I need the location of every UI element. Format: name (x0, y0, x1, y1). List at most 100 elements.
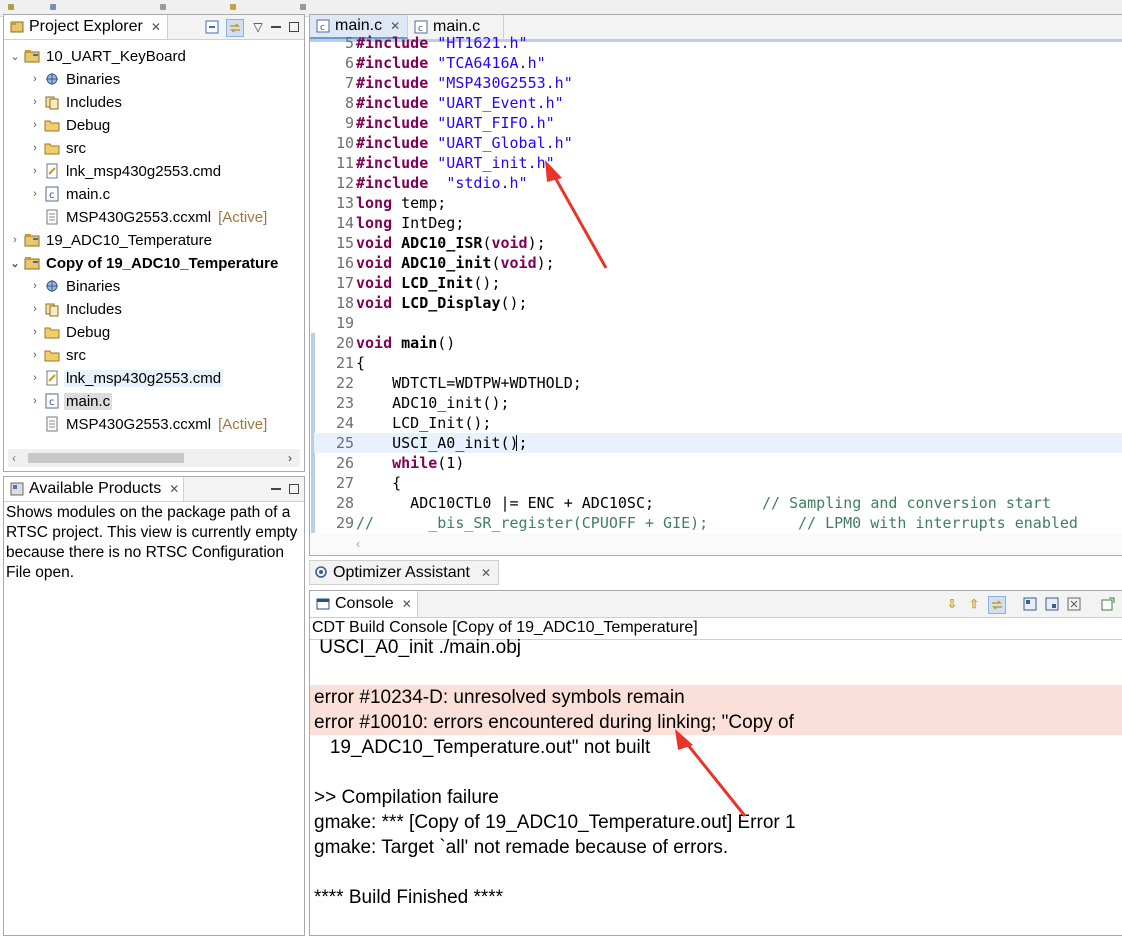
toolbar-icon[interactable] (50, 4, 56, 10)
code-text[interactable]: void LCD_Display(); (356, 293, 528, 313)
chevron-down-icon[interactable]: ⌄ (8, 257, 22, 270)
clear-console-icon[interactable] (1066, 596, 1082, 612)
tree-item[interactable]: › Debug (28, 321, 112, 343)
toolbar-icon[interactable] (300, 4, 306, 10)
code-text[interactable]: #include "TCA6416A.h" (356, 53, 546, 73)
tab-optimizer-assistant[interactable]: Optimizer Assistant ✕ (309, 560, 499, 585)
chevron-down-icon[interactable]: ⌄ (8, 50, 22, 63)
code-text[interactable]: { (356, 473, 401, 493)
tab-console[interactable]: Console ✕ (310, 591, 418, 617)
tab-project-explorer[interactable]: Project Explorer ✕ (4, 15, 168, 39)
close-icon[interactable]: ✕ (169, 482, 179, 496)
code-text[interactable]: ADC10CTL0 |= ENC + ADC10SC;// Sampling a… (356, 493, 1051, 513)
tree-item[interactable]: MSP430G2553.ccxml [Active] (28, 413, 267, 435)
code-line[interactable]: 23 ADC10_init(); (314, 393, 1122, 413)
collapse-all-icon[interactable] (204, 19, 220, 35)
code-text[interactable]: LCD_Init(); (356, 413, 491, 433)
code-line[interactable]: 28 ADC10CTL0 |= ENC + ADC10SC;// Samplin… (314, 493, 1122, 513)
code-line[interactable]: 11 #include "UART_init.h" (314, 153, 1122, 173)
code-line[interactable]: 20 void main() (314, 333, 1122, 353)
tree-item[interactable]: › Debug (28, 114, 112, 136)
code-line[interactable]: 19 (314, 313, 1122, 333)
tree-item[interactable]: › Includes (28, 91, 124, 113)
code-line[interactable]: 13 long temp; (314, 193, 1122, 213)
code-text[interactable]: USCI_A0_init(); (356, 433, 527, 453)
chevron-right-icon[interactable]: › (28, 165, 42, 177)
chevron-right-icon[interactable]: › (28, 395, 42, 407)
arrow-down-icon[interactable]: ⇩ (944, 596, 960, 612)
toolbar-icon[interactable] (160, 4, 166, 10)
tree-item[interactable]: › lnk_msp430g2553.cmd (28, 367, 224, 389)
code-line[interactable]: 26 while(1) (314, 453, 1122, 473)
tree-item[interactable]: › src (28, 137, 88, 159)
scroll-left-icon[interactable]: ‹ (12, 451, 16, 465)
code-text[interactable]: void main() (356, 333, 455, 353)
tree-item[interactable]: ⌄ Copy of 19_ADC10_Temperature (8, 252, 280, 274)
minimize-icon[interactable] (268, 19, 284, 35)
pin-console-icon[interactable] (1022, 596, 1038, 612)
code-text[interactable]: #include "stdio.h" (356, 173, 528, 193)
tree-item[interactable]: › Binaries (28, 275, 122, 297)
chevron-right-icon[interactable]: › (28, 119, 42, 131)
code-line[interactable]: 22 WDTCTL=WDTPW+WDTHOLD; (314, 373, 1122, 393)
code-line[interactable]: 15 void ADC10_ISR(void); (314, 233, 1122, 253)
code-line[interactable]: 16 void ADC10_init(void); (314, 253, 1122, 273)
code-text[interactable]: long temp; (356, 193, 446, 213)
chevron-right-icon[interactable]: › (28, 326, 42, 338)
tree-item[interactable]: › c main.c (28, 390, 113, 412)
code-text[interactable]: #include "UART_Event.h" (356, 93, 564, 113)
console-output[interactable]: USCI_A0_init ./main.obj error #10234-D: u… (310, 635, 1122, 935)
code-line[interactable]: 12 #include "stdio.h" (314, 173, 1122, 193)
close-icon[interactable]: ✕ (151, 20, 161, 34)
code-text[interactable]: // _bis_SR_register(CPUOFF + GIE);// LPM… (356, 513, 1078, 533)
code-text[interactable]: #include "UART_FIFO.h" (356, 113, 555, 133)
tree-item[interactable]: ⌄ 10_UART_KeyBoard (8, 45, 188, 67)
tree-item[interactable]: › lnk_msp430g2553.cmd (28, 160, 223, 182)
code-text[interactable]: #include "UART_Global.h" (356, 133, 573, 153)
code-line[interactable]: 27 { (314, 473, 1122, 493)
code-text[interactable]: long IntDeg; (356, 213, 464, 233)
tab-available-products[interactable]: Available Products ✕ (4, 477, 184, 501)
tree-item[interactable]: MSP430G2553.ccxml [Active] (28, 206, 267, 228)
code-line[interactable]: 10 #include "UART_Global.h" (314, 133, 1122, 153)
close-icon[interactable]: ✕ (481, 566, 491, 580)
code-line[interactable]: 6 #include "TCA6416A.h" (314, 53, 1122, 73)
code-line[interactable]: 24 LCD_Init(); (314, 413, 1122, 433)
new-console-icon[interactable] (1100, 596, 1116, 612)
chevron-right-icon[interactable]: › (28, 303, 42, 315)
code-text[interactable]: void LCD_Init(); (356, 273, 501, 293)
code-text[interactable]: #include "UART_init.h" (356, 153, 555, 173)
code-line[interactable]: 18 void LCD_Display(); (314, 293, 1122, 313)
code-line[interactable]: 7 #include "MSP430G2553.h" (314, 73, 1122, 93)
tree-item[interactable]: › src (28, 344, 88, 366)
editor-horizontal-scrollbar[interactable]: ‹ (310, 533, 1122, 555)
close-icon[interactable]: ✕ (390, 19, 400, 33)
tree-item[interactable]: › c main.c (28, 183, 112, 205)
chevron-right-icon[interactable]: › (28, 142, 42, 154)
tree-item[interactable]: › Includes (28, 298, 124, 320)
toolbar-icon[interactable] (8, 4, 14, 10)
maximize-icon[interactable] (286, 481, 302, 497)
code-area[interactable]: 5 #include "HT1621.h" 6 #include "TCA6416A.… (314, 33, 1122, 533)
code-line[interactable]: 5 #include "HT1621.h" (314, 33, 1122, 53)
scrollbar-thumb[interactable] (28, 453, 184, 463)
tree-item[interactable]: › 19_ADC10_Temperature (8, 229, 214, 251)
scroll-right-icon[interactable]: › (288, 451, 292, 465)
view-menu-icon[interactable]: ▽ (250, 19, 266, 35)
tree-item[interactable]: › Binaries (28, 68, 122, 90)
chevron-right-icon[interactable]: › (8, 234, 22, 246)
code-line[interactable]: 8 #include "UART_Event.h" (314, 93, 1122, 113)
chevron-right-icon[interactable]: › (28, 280, 42, 292)
code-text[interactable]: void ADC10_init(void); (356, 253, 555, 273)
code-text[interactable]: WDTCTL=WDTPW+WDTHOLD; (356, 373, 582, 393)
chevron-right-icon[interactable]: › (28, 349, 42, 361)
chevron-right-icon[interactable]: › (28, 73, 42, 85)
code-text[interactable]: { (356, 353, 365, 373)
display-console-icon[interactable] (1044, 596, 1060, 612)
code-line[interactable]: 17 void LCD_Init(); (314, 273, 1122, 293)
maximize-icon[interactable] (286, 19, 302, 35)
code-line[interactable]: 25 USCI_A0_init(); (314, 433, 1122, 453)
code-text[interactable]: while(1) (356, 453, 464, 473)
link-icon[interactable] (988, 596, 1006, 614)
code-text[interactable]: #include "HT1621.h" (356, 33, 528, 53)
